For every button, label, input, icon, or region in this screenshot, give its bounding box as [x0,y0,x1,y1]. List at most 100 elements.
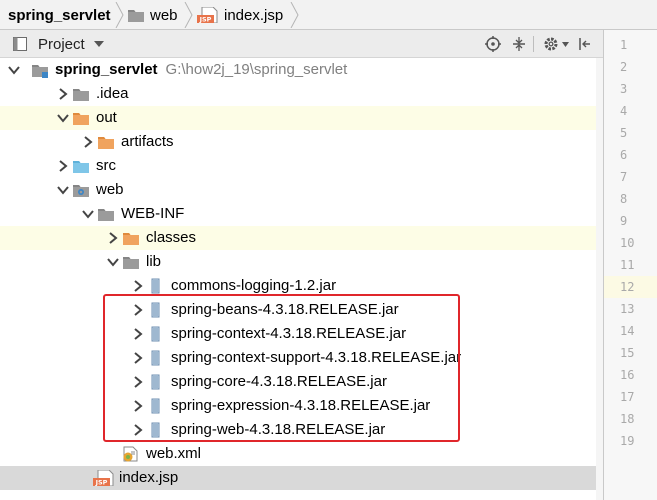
tree-node-text: src [96,157,116,174]
chevron-right-icon[interactable] [56,159,70,173]
chevron-down-icon[interactable] [7,63,21,77]
breadcrumb-item-index-jsp[interactable]: JSP index.jsp [197,0,283,30]
tree-node-text: index.jsp [119,469,179,486]
folder-icon [97,206,115,222]
chevron-down-icon[interactable] [56,111,70,125]
jar-file-icon [147,302,165,318]
tree-node-commons-logging-1-2-jar[interactable]: commons-logging-1.2.jar [0,274,603,298]
line-number: 4 [620,104,628,118]
line-number: 12 [604,276,657,298]
chevron-down-icon[interactable] [56,183,70,197]
project-view-icon [12,30,28,58]
breadcrumb-label: web [150,6,178,24]
line-number: 16 [620,368,635,382]
tree-node-spring-expression-4-3-18-release-jar[interactable]: spring-expression-4.3.18.RELEASE.jar [0,394,603,418]
tree-node-text: spring-context-support-4.3.18.RELEASE.ja… [171,349,462,366]
excluded-folder-icon [122,230,140,246]
tree-node-text: .idea [96,85,129,102]
chevron-right-icon[interactable] [131,279,145,293]
svg-text:JSP: JSP [199,16,212,24]
tree-node-spring-core-4-3-18-release-jar[interactable]: spring-core-4.3.18.RELEASE.jar [0,370,603,394]
tree-node-text: commons-logging-1.2.jar [171,277,337,294]
excluded-folder-icon [97,134,115,150]
jsp-file-icon: JSP [93,469,114,487]
chevron-right-icon[interactable] [81,135,95,149]
chevron-right-icon[interactable] [131,423,145,437]
chevron-right-icon[interactable] [131,399,145,413]
jar-file-icon [147,398,165,414]
jar-file-icon [147,326,165,342]
chevron-right-icon[interactable] [131,351,145,365]
tree-node-spring-beans-4-3-18-release-jar[interactable]: spring-beans-4.3.18.RELEASE.jar [0,298,603,322]
tree-node-out[interactable]: out [0,106,603,130]
tree-node-idea[interactable]: .idea [0,82,603,106]
line-number: 14 [620,324,635,338]
tree-node-spring-web-4-3-18-release-jar[interactable]: spring-web-4.3.18.RELEASE.jar [0,418,603,442]
project-toolbar: Project [0,30,603,58]
tree-node-label: spring_servlet G:\how2j_19\spring_servlet [55,61,347,79]
line-number: 17 [620,390,635,404]
tree-node-spring-context-4-3-18-release-jar[interactable]: spring-context-4.3.18.RELEASE.jar [0,322,603,346]
chevron-down-icon [93,41,104,47]
excluded-folder-icon [72,110,90,126]
tree-node-label: spring-context-support-4.3.18.RELEASE.ja… [171,349,461,367]
gear-icon[interactable] [543,30,569,58]
tree-node-text: spring_servlet [55,61,158,78]
tree-node-spring-context-support-4-3-18-release-jar[interactable]: spring-context-support-4.3.18.RELEASE.ja… [0,346,603,370]
tree-node-text: lib [146,253,162,270]
project-view-selector[interactable]: Project [38,30,104,58]
tree-node-web[interactable]: web [0,178,603,202]
chevron-down-icon[interactable] [81,207,95,221]
module-path: G:\how2j_19\spring_servlet [165,61,348,78]
hide-panel-icon[interactable] [577,30,593,58]
tree-node-src[interactable]: src [0,154,603,178]
line-number: 2 [620,60,628,74]
tree-node-label: lib [146,253,161,271]
tree-node-text: artifacts [121,133,174,150]
svg-text:JSP: JSP [95,479,108,487]
breadcrumb-separator [115,1,125,29]
chevron-right-icon[interactable] [131,303,145,317]
module-folder-icon [31,62,49,78]
chevron-down-icon[interactable] [106,255,120,269]
breadcrumb-item-web[interactable]: web [127,0,178,30]
tree-node-classes[interactable]: classes [0,226,603,250]
locate-target-icon[interactable] [485,30,501,58]
tree-node-label: spring-context-4.3.18.RELEASE.jar [171,325,406,343]
jar-file-icon [147,350,165,366]
line-number: 3 [620,82,628,96]
jar-file-icon [147,374,165,390]
tree-node-label: spring-core-4.3.18.RELEASE.jar [171,373,387,391]
tree-node-spring-servlet[interactable]: spring_servlet G:\how2j_19\spring_servlet [0,58,603,82]
breadcrumb-label: index.jsp [224,6,284,24]
chevron-right-icon[interactable] [106,231,120,245]
web-folder-icon [72,182,90,198]
tree-node-text: web.xml [146,445,202,462]
tree-node-label: src [96,157,116,175]
tree-node-web-xml[interactable]: web.xml [0,442,603,466]
tree-node-index-jsp[interactable]: JSP index.jsp [0,466,603,490]
tree-node-label: commons-logging-1.2.jar [171,277,336,295]
tree-node-label: .idea [96,85,129,103]
tree-node-lib[interactable]: lib [0,250,603,274]
tree-node-label: web [96,181,124,199]
tree-node-web-inf[interactable]: WEB-INF [0,202,603,226]
tree-node-label: index.jsp [119,469,178,487]
tree-node-label: out [96,109,117,127]
editor-gutter: 1 2 3 4 5 6 7 8 9 10 11 12 13 14 15 16 17 18 19 [604,30,657,500]
folder-icon [127,7,145,23]
tree-node-label: artifacts [121,133,174,151]
line-number: 8 [620,192,628,206]
breadcrumb-item-spring-servlet[interactable]: spring_servlet [8,0,111,30]
line-number: 6 [620,148,628,162]
tree-node-artifacts[interactable]: artifacts [0,130,603,154]
tree-scrollbar[interactable] [596,58,603,500]
collapse-all-icon[interactable] [511,30,527,58]
line-number: 19 [620,434,635,448]
chevron-right-icon[interactable] [131,327,145,341]
tree-node-text: spring-beans-4.3.18.RELEASE.jar [171,301,399,318]
chevron-right-icon[interactable] [56,87,70,101]
chevron-right-icon[interactable] [131,375,145,389]
folder-icon [122,254,140,270]
tree-node-label: spring-expression-4.3.18.RELEASE.jar [171,397,430,415]
